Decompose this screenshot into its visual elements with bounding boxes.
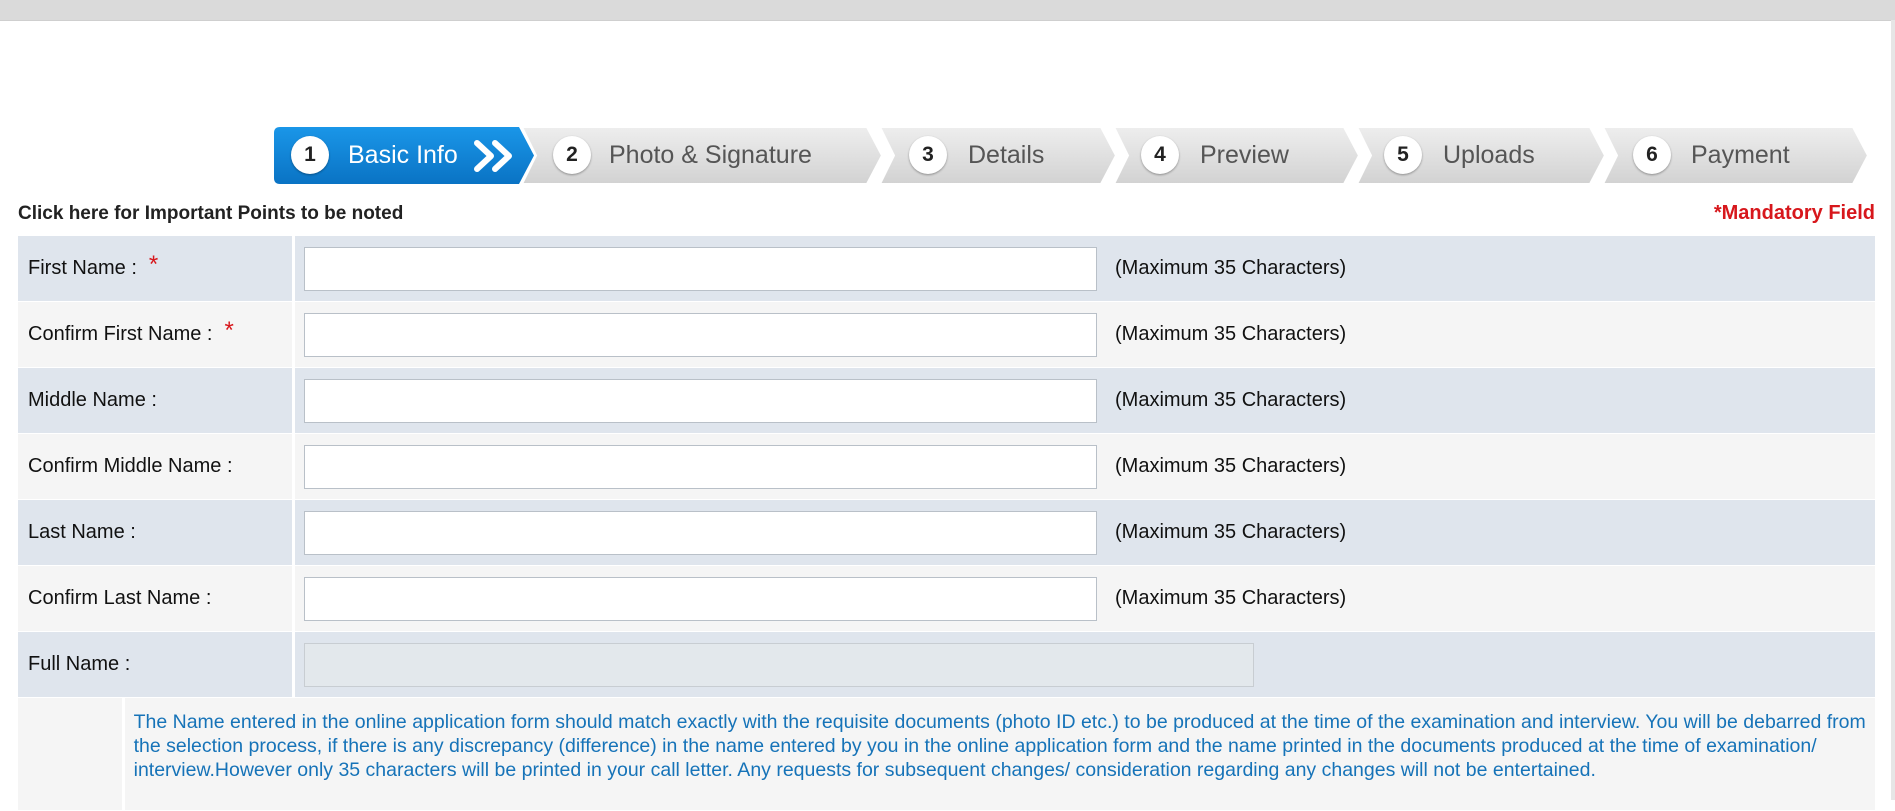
max-chars-hint: (Maximum 35 Characters) [1115, 389, 1347, 411]
form-row-confirm-first-name: Confirm First Name : * (Maximum 35 Chara… [18, 302, 1875, 368]
mandatory-field-note: *Mandatory Field [1713, 202, 1875, 224]
step-label: Preview [1200, 141, 1289, 169]
middle-name-label: Middle Name : [28, 389, 157, 411]
step-label: Details [968, 141, 1045, 169]
step-label: Basic Info [348, 141, 458, 169]
name-matching-note: The Name entered in the online applicati… [133, 711, 1866, 781]
step-basic-info[interactable]: 1 Basic Info [274, 127, 534, 184]
step-payment[interactable]: 6 Payment [1603, 127, 1868, 184]
step-number: 2 [553, 136, 591, 174]
step-photo-signature[interactable]: 2 Photo & Signature [522, 127, 882, 184]
step-number: 4 [1141, 136, 1179, 174]
form-row-full-name: Full Name : [18, 632, 1875, 698]
required-marker: * [224, 316, 234, 344]
step-label: Photo & Signature [609, 141, 812, 169]
confirm-last-name-input[interactable] [304, 576, 1097, 621]
double-chevron-right-icon [474, 140, 512, 172]
form-row-last-name: Last Name : (Maximum 35 Characters) [18, 500, 1875, 566]
step-number: 3 [909, 136, 947, 174]
form-row-middle-name: Middle Name : (Maximum 35 Characters) [18, 368, 1875, 434]
step-uploads[interactable]: 5 Uploads [1357, 127, 1605, 184]
form-row-name-note: The Name entered in the online applicati… [18, 698, 1875, 811]
last-name-label: Last Name : [28, 521, 136, 543]
first-name-label: First Name : [28, 257, 137, 279]
progress-steps: 1 Basic Info 2 Photo & Signature 3 Detai… [274, 127, 1874, 184]
step-number: 6 [1633, 136, 1671, 174]
step-number: 1 [291, 136, 329, 174]
first-name-input[interactable] [304, 246, 1097, 291]
step-preview[interactable]: 4 Preview [1114, 127, 1359, 184]
step-details[interactable]: 3 Details [880, 127, 1116, 184]
browser-top-bar [0, 0, 1895, 21]
basic-info-form: First Name : * (Maximum 35 Characters) C… [18, 236, 1875, 811]
important-points-link[interactable]: Click here for Important Points to be no… [18, 203, 403, 225]
confirm-last-name-label: Confirm Last Name : [28, 587, 212, 609]
confirm-middle-name-label: Confirm Middle Name : [28, 455, 233, 477]
form-row-confirm-last-name: Confirm Last Name : (Maximum 35 Characte… [18, 566, 1875, 632]
max-chars-hint: (Maximum 35 Characters) [1115, 521, 1347, 543]
middle-name-input[interactable] [304, 378, 1097, 423]
form-row-first-name: First Name : * (Maximum 35 Characters) [18, 236, 1875, 302]
full-name-readonly-field [304, 642, 1254, 687]
full-name-label: Full Name : [28, 653, 131, 675]
step-label: Uploads [1443, 141, 1535, 169]
last-name-input[interactable] [304, 510, 1097, 555]
form-row-confirm-middle-name: Confirm Middle Name : (Maximum 35 Charac… [18, 434, 1875, 500]
confirm-first-name-input[interactable] [304, 312, 1097, 357]
required-marker: * [148, 250, 159, 278]
scrollbar-track[interactable] [1891, 20, 1895, 800]
max-chars-hint: (Maximum 35 Characters) [1115, 455, 1347, 477]
step-number: 5 [1384, 136, 1422, 174]
confirm-middle-name-input[interactable] [304, 444, 1097, 489]
step-label: Payment [1691, 141, 1790, 169]
max-chars-hint: (Maximum 35 Characters) [1115, 323, 1347, 345]
max-chars-hint: (Maximum 35 Characters) [1115, 587, 1347, 609]
confirm-first-name-label: Confirm First Name : [28, 323, 213, 345]
max-chars-hint: (Maximum 35 Characters) [1115, 257, 1347, 279]
